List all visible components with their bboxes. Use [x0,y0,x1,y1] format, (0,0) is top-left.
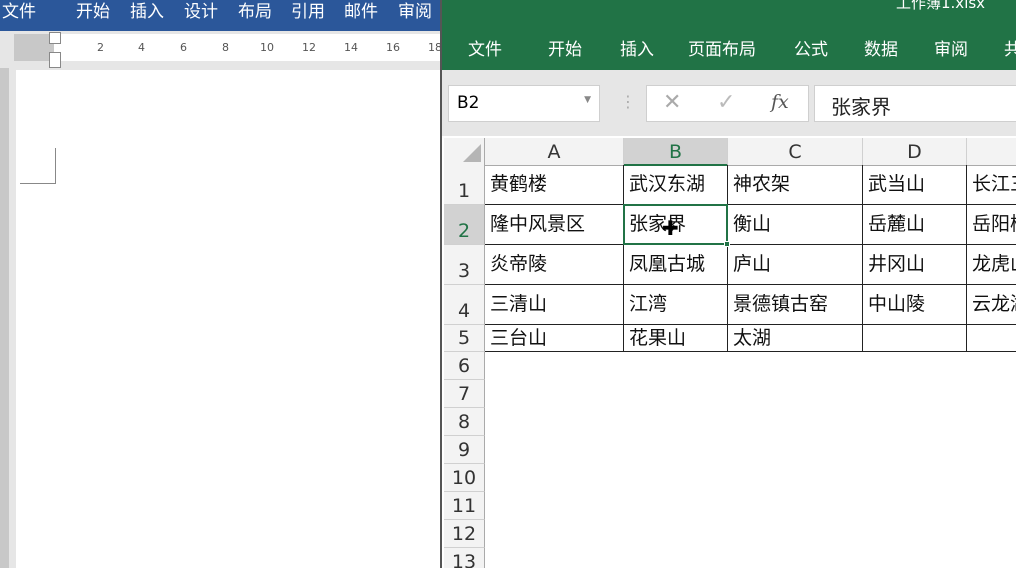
row-header-4[interactable]: 4 [444,285,485,325]
ruler-label: 6 [180,41,187,54]
horizontal-ruler[interactable]: 2 4 6 8 10 12 14 16 18 [14,32,440,68]
formula-buttons: ✕ ✓ fx [646,85,809,122]
row-header-9[interactable]: 9 [444,436,485,464]
indent-marker-icon[interactable] [49,32,61,44]
enter-check-icon[interactable]: ✓ [717,90,735,115]
page-margin-corner-mark [20,148,56,184]
word-window: 文件 开始 插入 设计 布局 引用 邮件 审阅 2 4 6 8 10 12 14… [0,0,440,568]
formula-value: 张家界 [831,95,891,119]
cell-D5[interactable] [863,325,967,352]
row-header-3[interactable]: 3 [444,245,485,285]
cell-D3[interactable]: 井冈山 [863,245,967,285]
ruler-label: 16 [386,41,400,54]
ruler-label: 8 [222,41,229,54]
formula-bar-area: B2 ▼ ⋮ ✕ ✓ fx 张家界 [442,70,1016,136]
tab-formulas[interactable]: 公式 [794,35,828,60]
cancel-icon[interactable]: ✕ [663,90,681,115]
word-tab-mailings[interactable]: 邮件 [344,0,378,22]
name-box[interactable]: B2 ▼ [448,85,600,122]
word-tab-home[interactable]: 开始 [76,0,110,22]
cell-E5[interactable] [967,325,1016,352]
tab-data[interactable]: 数据 [864,35,898,60]
cell-D2[interactable]: 岳麓山 [863,205,967,245]
cell-E2[interactable]: 岳阳楼 [967,205,1016,245]
tab-review[interactable]: 审阅 [934,35,968,60]
cell-A5[interactable]: 三台山 [485,325,624,352]
word-ribbon: 文件 开始 插入 设计 布局 引用 邮件 审阅 [0,0,440,31]
word-tab-layout[interactable]: 布局 [238,0,272,22]
cell-E4[interactable]: 云龙湖 [967,285,1016,325]
chevron-down-icon[interactable]: ▼ [584,95,591,105]
insert-function-icon[interactable]: fx [771,91,789,113]
cell-C1[interactable]: 神农架 [728,165,863,205]
word-tab-file[interactable]: 文件 [2,0,36,22]
cell-C2[interactable]: 衡山 [728,205,863,245]
word-tab-review[interactable]: 审阅 [398,0,432,22]
cell-C5[interactable]: 太湖 [728,325,863,352]
row-header-11[interactable]: 11 [444,492,485,520]
ruler-label: 14 [344,41,358,54]
ruler-label: 2 [97,41,104,54]
cell-A1[interactable]: 黄鹤楼 [485,165,624,205]
ruler-label: 12 [302,41,316,54]
tab-page-layout[interactable]: 页面布局 [688,35,756,60]
column-header-D[interactable]: D [863,138,967,166]
cell-D1[interactable]: 武当山 [863,165,967,205]
cell-D4[interactable]: 中山陵 [863,285,967,325]
column-header-A[interactable]: A [485,138,624,166]
column-header-E[interactable]: E [967,138,1016,166]
ruler-label: 18 [428,41,440,54]
cell-A4[interactable]: 三清山 [485,285,624,325]
name-box-value: B2 [457,93,480,113]
window-title: 工作簿1.xlsx [896,0,986,12]
column-header-C[interactable]: C [728,138,863,166]
row-header-13[interactable]: 13 [444,548,485,568]
ruler-label: 4 [138,41,145,54]
word-tab-references[interactable]: 引用 [291,0,325,22]
cell-A2[interactable]: 隆中风景区 [485,205,624,245]
excel-title-bar: 工作簿1.xlsx [442,0,1016,22]
vertical-ruler[interactable] [0,68,9,568]
cell-B5[interactable]: 花果山 [624,325,728,352]
tab-file[interactable]: 文件 [468,35,502,60]
drag-handle-icon[interactable]: ⋮ [620,92,636,111]
cell-B4[interactable]: 江湾 [624,285,728,325]
row-header-2[interactable]: 2 [444,205,485,245]
word-tab-insert[interactable]: 插入 [130,0,164,22]
row-header-8[interactable]: 8 [444,408,485,436]
hanging-indent-marker-icon[interactable] [49,52,61,68]
excel-ribbon-tabs: 文件 开始 插入 页面布局 公式 数据 审阅 共 [442,22,1016,70]
row-header-5[interactable]: 5 [444,325,485,352]
cell-E3[interactable]: 龙虎山 [967,245,1016,285]
tab-home[interactable]: 开始 [548,35,582,60]
document-page[interactable] [16,70,440,568]
cell-A3[interactable]: 炎帝陵 [485,245,624,285]
cell-B3[interactable]: 凤凰古城 [624,245,728,285]
word-tab-design[interactable]: 设计 [184,0,218,22]
row-header-6[interactable]: 6 [444,352,485,380]
tab-insert[interactable]: 插入 [620,35,654,60]
ruler-label: 10 [260,41,274,54]
row-header-10[interactable]: 10 [444,464,485,492]
cursor-icon: ✚ [662,216,679,240]
tab-share[interactable]: 共 [1004,35,1016,60]
fill-handle[interactable] [724,241,730,247]
select-all-button[interactable] [444,138,485,166]
row-header-7[interactable]: 7 [444,380,485,408]
cell-B1[interactable]: 武汉东湖 [624,165,728,205]
cell-C3[interactable]: 庐山 [728,245,863,285]
row-header-1[interactable]: 1 [444,165,485,205]
cell-C4[interactable]: 景德镇古窑 [728,285,863,325]
row-header-12[interactable]: 12 [444,520,485,548]
cell-E1[interactable]: 长江三 [967,165,1016,205]
excel-window: 工作簿1.xlsx 文件 开始 插入 页面布局 公式 数据 审阅 共 B2 ▼ … [440,0,1016,568]
column-header-B[interactable]: B [624,138,728,166]
formula-input[interactable]: 张家界 [814,85,1016,122]
